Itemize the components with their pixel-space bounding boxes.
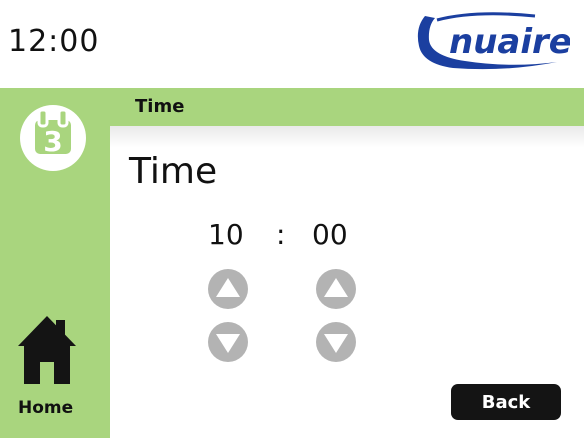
back-button[interactable]: Back — [451, 384, 561, 420]
nuaire-logo: nuaire — [417, 12, 570, 70]
hours-up-button[interactable] — [207, 268, 249, 310]
time-separator: : — [276, 218, 286, 251]
minutes-down-button[interactable] — [315, 321, 357, 363]
page-title: Time — [129, 151, 218, 192]
calendar-day: 3 — [43, 125, 62, 158]
hours-down-button[interactable] — [207, 321, 249, 363]
logo-text: nuaire — [449, 22, 570, 62]
calendar-icon[interactable]: 3 — [12, 96, 94, 172]
status-clock: 12:00 — [8, 24, 100, 59]
minutes-up-button[interactable] — [315, 268, 357, 310]
home-icon[interactable] — [16, 312, 78, 386]
minutes-value: 00 — [312, 218, 348, 251]
home-label[interactable]: Home — [18, 398, 73, 418]
hours-value: 10 — [208, 218, 244, 251]
header-title: Time — [135, 96, 185, 117]
